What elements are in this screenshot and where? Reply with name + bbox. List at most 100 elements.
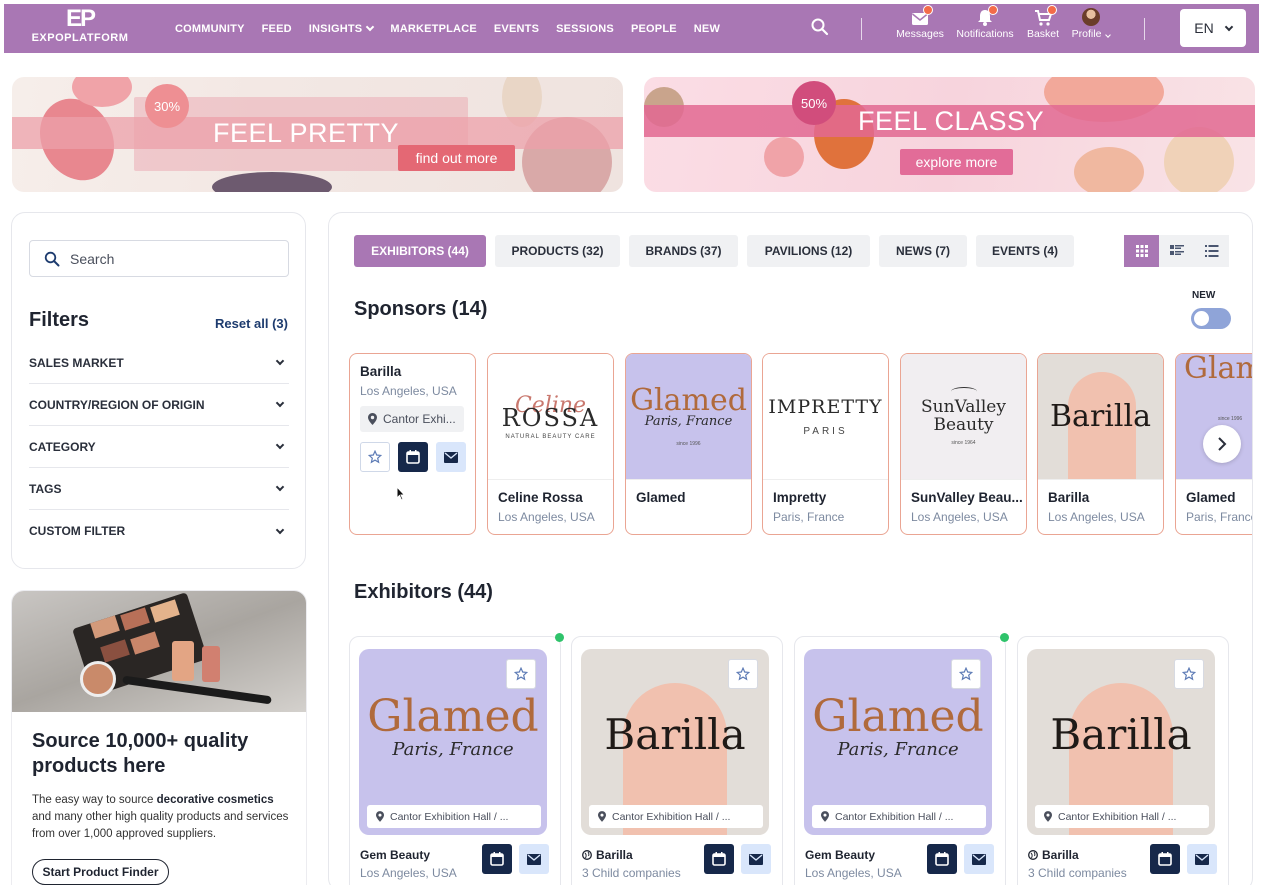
tab-products[interactable]: PRODUCTS (32): [495, 235, 620, 267]
explore-more-button[interactable]: explore more: [900, 149, 1013, 175]
chevron-right-icon: [1218, 437, 1227, 451]
sponsor-card[interactable]: Barilla Barilla Los Angeles, USA: [1037, 353, 1164, 535]
message-button[interactable]: [964, 844, 994, 874]
filter-label: TAGS: [29, 481, 62, 496]
schedule-meeting-button[interactable]: [398, 442, 428, 472]
nav-new[interactable]: NEW: [694, 23, 720, 35]
favorite-button[interactable]: [728, 659, 758, 689]
logo-main: Glam: [1184, 354, 1252, 386]
nav-divider: [861, 18, 862, 40]
logo-main: Barilla: [604, 709, 746, 759]
schedule-meeting-button[interactable]: [1150, 844, 1180, 874]
detailed-list-view-button[interactable]: [1159, 235, 1194, 267]
hall-location-chip[interactable]: Cantor Exhibition Hall / ...: [812, 805, 986, 828]
tab-exhibitors[interactable]: EXHIBITORS (44): [354, 235, 486, 267]
sponsor-card[interactable]: Celine ROSSA NATURAL BEAUTY CARE Celine …: [487, 353, 614, 535]
hall-location-chip[interactable]: Cantor Exhibition Hall / ...: [367, 805, 541, 828]
profile-label: Profile: [1071, 28, 1102, 40]
nav-insights[interactable]: INSIGHTS: [309, 23, 375, 35]
glamed-logo: Glamed Paris, France since 1996: [626, 354, 751, 479]
sponsor-card[interactable]: Barilla Los Angeles, USA Cantor Exhi...: [349, 353, 476, 535]
favorite-button[interactable]: [1174, 659, 1204, 689]
expoplatform-logo[interactable]: EP EXPOPLATFORM: [24, 7, 136, 48]
find-out-more-button[interactable]: find out more: [398, 145, 515, 171]
promo-banner-feel-pretty[interactable]: 30% FEEL PRETTY find out more: [12, 77, 623, 192]
nav-divider: [1144, 18, 1145, 40]
filter-custom[interactable]: CUSTOM FILTER: [29, 510, 289, 552]
notifications-badge: [988, 5, 998, 15]
reset-all-link[interactable]: Reset all (3): [215, 316, 288, 331]
exhibitor-card[interactable]: Glamed Paris, France Cantor Exhibition H…: [349, 633, 564, 885]
start-product-finder-button[interactable]: Start Product Finder: [32, 859, 169, 885]
list-view-button[interactable]: [1194, 235, 1229, 267]
tab-news[interactable]: NEWS (7): [879, 235, 967, 267]
mouse-cursor-icon: [396, 485, 406, 506]
schedule-meeting-button[interactable]: [704, 844, 734, 874]
tab-events[interactable]: EVENTS (4): [976, 235, 1074, 267]
message-button[interactable]: [741, 844, 771, 874]
bell-icon: [975, 5, 998, 26]
hall-location-chip[interactable]: Cantor Exhibition Hall / ...: [589, 805, 763, 828]
tab-brands[interactable]: BRANDS (37): [629, 235, 738, 267]
envelope-icon: [972, 853, 986, 865]
profile-button[interactable]: Profile: [1068, 8, 1114, 40]
hall-location-chip[interactable]: Cantor Exhi...: [360, 406, 464, 432]
nav-feed[interactable]: FEED: [262, 23, 292, 35]
logo-wordmark: EXPOPLATFORM: [31, 32, 129, 44]
nav-events[interactable]: EVENTS: [494, 23, 539, 35]
message-button[interactable]: [436, 442, 466, 472]
search-input[interactable]: Search: [29, 240, 289, 277]
nav-sessions[interactable]: SESSIONS: [556, 23, 614, 35]
sponsor-name: Celine Rossa: [498, 490, 583, 505]
grid-view-button[interactable]: [1124, 235, 1159, 267]
promo-banner-feel-classy[interactable]: 50% FEEL CLASSY explore more: [644, 77, 1255, 192]
tab-pavilions[interactable]: PAVILIONS (12): [747, 235, 870, 267]
new-toggle[interactable]: [1191, 308, 1231, 329]
hall-label: Cantor Exhibition Hall / ...: [390, 810, 509, 823]
chevron-down-icon: [275, 398, 285, 408]
message-button[interactable]: [519, 844, 549, 874]
filter-country-region[interactable]: COUNTRY/REGION OF ORIGIN: [29, 384, 289, 426]
filter-label: CATEGORY: [29, 439, 96, 454]
nav-people[interactable]: PEOPLE: [631, 23, 677, 35]
messages-button[interactable]: Messages: [892, 5, 948, 40]
language-selector[interactable]: EN: [1180, 9, 1246, 47]
sponsor-card[interactable]: Glamed Paris, France since 1996 Glamed: [625, 353, 752, 535]
decoration: [1074, 147, 1144, 192]
star-icon: [736, 667, 750, 681]
banner-title: FEEL CLASSY: [858, 106, 1045, 136]
logo-script: Paris, France: [392, 738, 514, 760]
sponsor-location: Los Angeles, USA: [360, 384, 457, 398]
search-icon[interactable]: [810, 17, 830, 37]
hall-location-chip[interactable]: Cantor Exhibition Hall / ...: [1035, 805, 1209, 828]
sponsor-name: Barilla: [360, 364, 402, 379]
filter-label: SALES MARKET: [29, 355, 124, 370]
language-value: EN: [1194, 20, 1214, 36]
nav-marketplace[interactable]: MARKETPLACE: [390, 23, 477, 35]
carousel-next-button[interactable]: [1203, 425, 1241, 463]
filter-tags[interactable]: TAGS: [29, 468, 289, 510]
impretty-logo: IMPRETTY PARIS: [763, 354, 888, 479]
hall-label: Cantor Exhibition Hall / ...: [612, 810, 731, 823]
schedule-meeting-button[interactable]: [927, 844, 957, 874]
exhibitor-location: Los Angeles, USA: [360, 866, 457, 880]
exhibitor-card[interactable]: Barilla Cantor Exhibition Hall / ... Bar…: [1017, 636, 1229, 885]
favorite-button[interactable]: [951, 659, 981, 689]
sponsor-location: Los Angeles, USA: [911, 510, 1008, 524]
schedule-meeting-button[interactable]: [482, 844, 512, 874]
sponsor-card[interactable]: IMPRETTY PARIS Impretty Paris, France: [762, 353, 889, 535]
exhibitor-card[interactable]: Glamed Paris, France Cantor Exhibition H…: [794, 633, 1009, 885]
nav-community[interactable]: COMMUNITY: [175, 23, 245, 35]
basket-button[interactable]: Basket: [1024, 5, 1062, 40]
sponsor-card[interactable]: SunValley Beauty since 1964 SunValley Be…: [900, 353, 1027, 535]
logo-tagline: since 1964: [951, 440, 976, 446]
exhibitor-card[interactable]: Barilla Cantor Exhibition Hall / ... Bar…: [571, 636, 783, 885]
sponsor-name: Barilla: [1048, 490, 1090, 505]
favorite-button[interactable]: [506, 659, 536, 689]
filter-category[interactable]: CATEGORY: [29, 426, 289, 468]
filter-sales-market[interactable]: SALES MARKET: [29, 342, 289, 384]
map-pin-icon: [1044, 811, 1052, 822]
message-button[interactable]: [1187, 844, 1217, 874]
favorite-button[interactable]: [360, 442, 390, 472]
notifications-button[interactable]: Notifications: [952, 5, 1018, 40]
